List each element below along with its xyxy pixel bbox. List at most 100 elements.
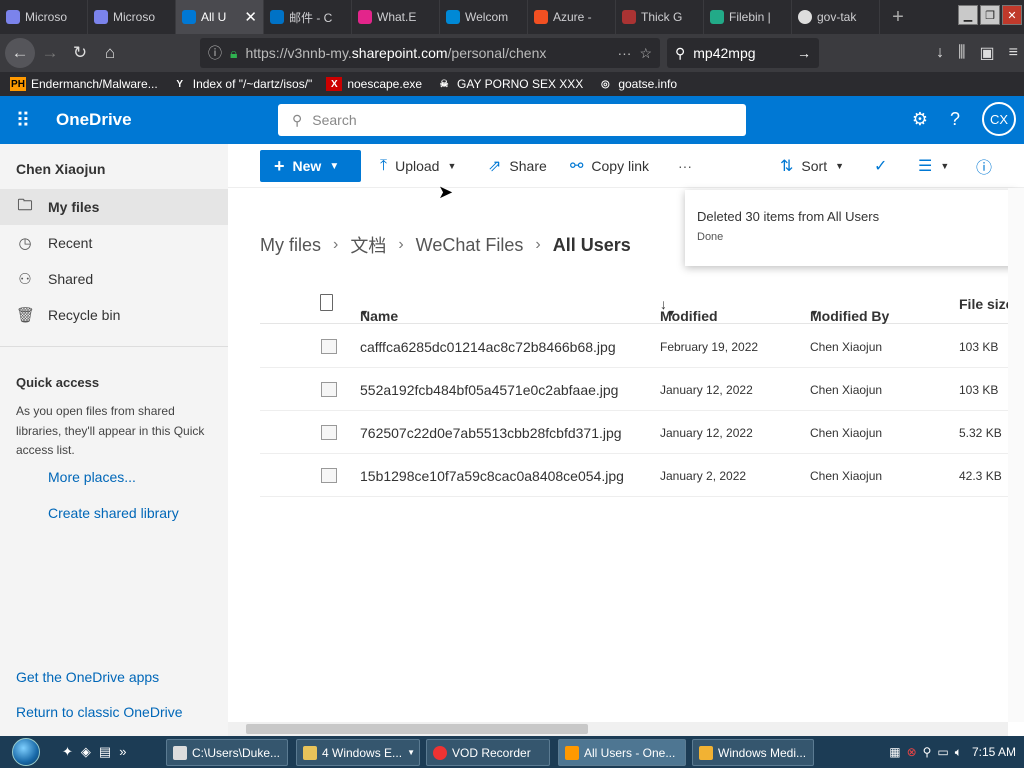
bookmark-item[interactable]: ☠ GAY PORNO SEX XXX: [436, 77, 584, 91]
file-name[interactable]: 15b1298ce10f7a59c8cac0a8408ce054.jpg: [360, 468, 624, 484]
info-icon[interactable]: ⓘ: [208, 43, 222, 63]
breadcrumb-item[interactable]: My files: [260, 235, 321, 256]
quick-launch-icon[interactable]: ◈: [81, 744, 91, 760]
select-checkmark-button[interactable]: ✓: [874, 144, 887, 188]
vertical-scrollbar[interactable]: [1008, 188, 1024, 722]
help-icon[interactable]: ?: [950, 109, 960, 130]
get-apps-link[interactable]: Get the OneDrive apps: [16, 669, 159, 685]
network-icon[interactable]: ▭: [937, 745, 948, 759]
more-places-link[interactable]: More places...: [48, 469, 136, 485]
browser-tab[interactable]: Microso: [88, 0, 176, 34]
browser-tab[interactable]: What.E: [352, 0, 440, 34]
upload-arrow-icon: ⤒: [380, 157, 388, 174]
bookmark-item[interactable]: PH Endermanch/Malware...: [10, 77, 158, 91]
settings-gear-icon[interactable]: ⚙: [912, 109, 928, 130]
library-icon[interactable]: ⫼: [958, 44, 965, 62]
bookmark-item[interactable]: Y Index of "/~dartz/isos/": [172, 77, 312, 91]
browser-tab[interactable]: Welcom: [440, 0, 528, 34]
sort-button[interactable]: ⇅ Sort ▼: [780, 144, 844, 188]
return-classic-link[interactable]: Return to classic OneDrive: [16, 704, 183, 720]
browser-tab[interactable]: Azure -: [528, 0, 616, 34]
column-header-modified[interactable]: Modified ↓ ▼: [660, 296, 718, 324]
new-button[interactable]: + New ▼: [260, 150, 361, 182]
folder-icon: [303, 745, 317, 760]
bookmark-item[interactable]: Xnoescape.exe: [326, 77, 422, 91]
browser-tab-active[interactable]: All U ✕: [176, 0, 264, 34]
browser-tab[interactable]: gov-tak: [792, 0, 880, 34]
taskbar-item[interactable]: VOD Recorder: [426, 739, 550, 766]
file-type-icon[interactable]: [320, 294, 333, 311]
create-shared-library-link[interactable]: Create shared library: [48, 505, 179, 521]
breadcrumb-item[interactable]: 文档: [350, 232, 386, 258]
file-name[interactable]: 762507c22d0e7ab5513cbb28fcbfd371.jpg: [360, 425, 622, 441]
breadcrumb-current: All Users: [552, 234, 631, 255]
share-button[interactable]: ⇗ Share: [488, 144, 547, 188]
horizontal-scrollbar[interactable]: [228, 722, 1008, 736]
menu-hamburger-icon[interactable]: ≡: [1009, 44, 1018, 62]
browser-search-field[interactable]: ⚲ mp42mpg →: [667, 38, 819, 68]
file-name[interactable]: 552a192fcb484bf05a4571e0c2abfaae.jpg: [360, 382, 618, 398]
chevron-down-icon: ▼: [447, 161, 457, 171]
minimize-icon[interactable]: ▁: [958, 5, 978, 25]
media-player-icon: [699, 745, 713, 760]
browser-tab[interactable]: Microso: [0, 0, 88, 34]
tray-icon[interactable]: ⚲: [923, 745, 932, 759]
taskbar-item[interactable]: 4 Windows E... ▼: [296, 739, 420, 766]
clock[interactable]: 7:15 AM: [972, 745, 1016, 759]
quick-launch-icon[interactable]: ▤: [99, 744, 111, 760]
chevron-right-icon[interactable]: »: [119, 744, 126, 760]
download-icon[interactable]: ↓: [936, 44, 944, 62]
view-options-button[interactable]: ☰ ▼: [918, 144, 949, 188]
file-size: 42.3 KB: [959, 469, 1002, 483]
table-row[interactable]: 15b1298ce10f7a59c8cac0a8408ce054.jpg Jan…: [260, 454, 1024, 497]
table-row[interactable]: 762507c22d0e7ab5513cbb28fcbfd371.jpg Jan…: [260, 411, 1024, 454]
breadcrumb: My files › 文档 › WeChat Files › All Users: [260, 232, 631, 258]
restore-icon[interactable]: ❐: [980, 5, 1000, 25]
volume-icon[interactable]: 🔈︎: [955, 745, 962, 760]
table-row[interactable]: 552a192fcb484bf05a4571e0c2abfaae.jpg Jan…: [260, 368, 1024, 411]
taskbar-item-active[interactable]: All Users - One...: [558, 739, 686, 766]
back-arrow-icon[interactable]: ←: [5, 38, 35, 68]
more-commands-button[interactable]: ···: [678, 144, 692, 188]
browser-tab[interactable]: Filebin |: [704, 0, 792, 34]
taskbar-item[interactable]: C:\Users\Duke...: [166, 739, 288, 766]
tray-icon[interactable]: ⊗: [907, 745, 917, 759]
bookmark-favicon-icon: PH: [10, 77, 26, 91]
share-icon: ⇗: [488, 158, 502, 175]
app-launcher-icon[interactable]: ⠿: [0, 108, 46, 133]
bookmark-star-icon[interactable]: ☆: [639, 45, 652, 62]
browser-tab[interactable]: Thick G: [616, 0, 704, 34]
scrollbar-thumb[interactable]: [246, 724, 588, 734]
sidebar-divider: [0, 346, 228, 347]
copy-link-button[interactable]: ⚯ Copy link: [570, 144, 649, 188]
sidebar-item-my-files[interactable]: 🗀︎ My files: [0, 189, 228, 225]
table-row[interactable]: cafffca6285dc01214ac8c72b8466b68.jpg Feb…: [260, 325, 1024, 368]
column-header-file-size[interactable]: File size: [959, 296, 1013, 312]
tab-label: gov-tak: [817, 10, 857, 24]
url-bar[interactable]: ⓘ 🔒︎ https://v3nnb-my.sharepoint.com/per…: [200, 38, 660, 68]
new-tab-button[interactable]: +: [880, 0, 916, 34]
sidebar-item-recycle-bin[interactable]: 🗑︎ Recycle bin: [0, 297, 228, 333]
onedrive-search-input[interactable]: ⚲ Search: [278, 104, 746, 136]
breadcrumb-item[interactable]: WeChat Files: [416, 235, 524, 256]
close-tab-icon[interactable]: ✕: [244, 8, 257, 26]
info-pane-button[interactable]: ⓘ: [976, 144, 992, 188]
file-name[interactable]: cafffca6285dc01214ac8c72b8466b68.jpg: [360, 339, 616, 355]
forward-arrow-icon[interactable]: →: [35, 38, 65, 68]
tray-icon[interactable]: ▦: [889, 745, 900, 759]
page-actions-icon[interactable]: ···: [617, 45, 631, 61]
sidebar-item-recent[interactable]: ◷ Recent: [0, 225, 228, 261]
home-icon[interactable]: ⌂: [95, 38, 125, 68]
start-button[interactable]: [0, 736, 52, 768]
quick-launch-icon[interactable]: ✦: [62, 744, 73, 760]
taskbar-item[interactable]: Windows Medi...: [692, 739, 814, 766]
sidebar-item-shared[interactable]: ⚇ Shared: [0, 261, 228, 297]
browser-tab[interactable]: 邮件 - C: [264, 0, 352, 34]
close-window-icon[interactable]: ✕: [1002, 5, 1022, 25]
bookmark-item[interactable]: ◎ goatse.info: [597, 77, 677, 91]
search-go-arrow-icon[interactable]: →: [797, 45, 811, 61]
sidebar-toggle-icon[interactable]: ▣: [980, 43, 995, 63]
app-title[interactable]: OneDrive: [56, 110, 132, 130]
reload-icon[interactable]: ↻: [65, 38, 95, 68]
avatar[interactable]: CX: [982, 102, 1016, 136]
